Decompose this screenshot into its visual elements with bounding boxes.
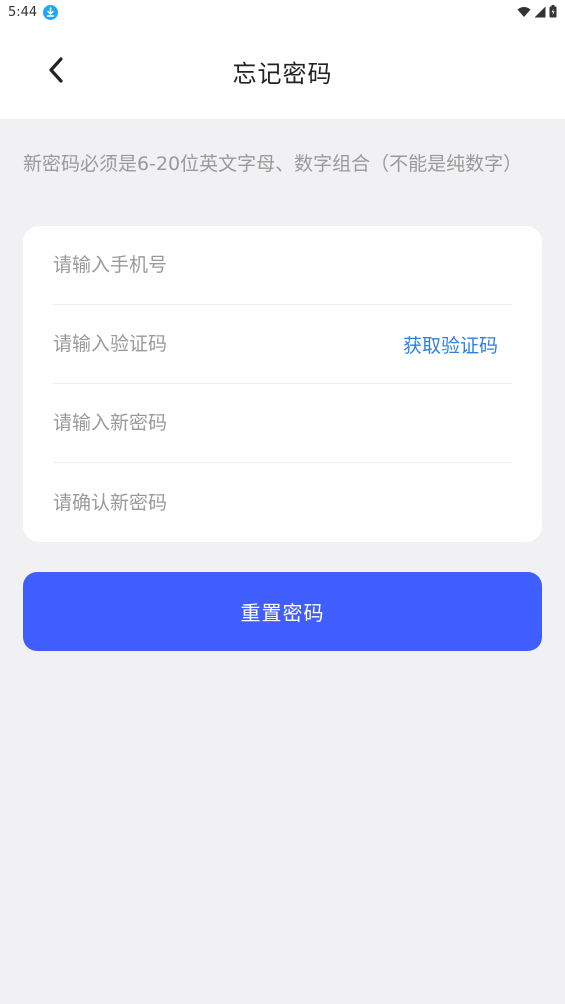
phone-row: [53, 226, 512, 305]
signal-icon: [534, 3, 546, 22]
forgot-password-screen: 5:44 忘记密码 新密码必须是6-20位英文字母、数字组合（不能是纯数字） 请…: [0, 0, 565, 1004]
confirm-password-input[interactable]: [53, 482, 353, 523]
reset-password-button[interactable]: 重置密码: [23, 572, 542, 651]
new-password-row: [53, 384, 512, 463]
wifi-icon: [517, 3, 531, 22]
new-password-input[interactable]: [53, 403, 353, 443]
page-title: 忘记密码: [232, 60, 333, 88]
download-icon: [43, 4, 59, 20]
phone-input[interactable]: [53, 245, 353, 285]
app-header: 忘记密码: [0, 24, 565, 119]
password-rule-hint: 新密码必须是6-20位英文字母、数字组合（不能是纯数字）: [23, 153, 523, 175]
confirm-password-row: [53, 463, 512, 542]
get-code-button[interactable]: 获取验证码: [403, 331, 498, 358]
status-left: 5:44: [8, 4, 59, 20]
status-time: 5:44: [8, 4, 38, 20]
verification-code-input[interactable]: [53, 324, 313, 364]
form-card: 获取验证码: [23, 226, 542, 542]
code-row: 获取验证码: [53, 305, 512, 384]
status-right: [517, 3, 557, 22]
battery-icon: [549, 3, 557, 22]
status-bar: 5:44: [0, 0, 565, 24]
